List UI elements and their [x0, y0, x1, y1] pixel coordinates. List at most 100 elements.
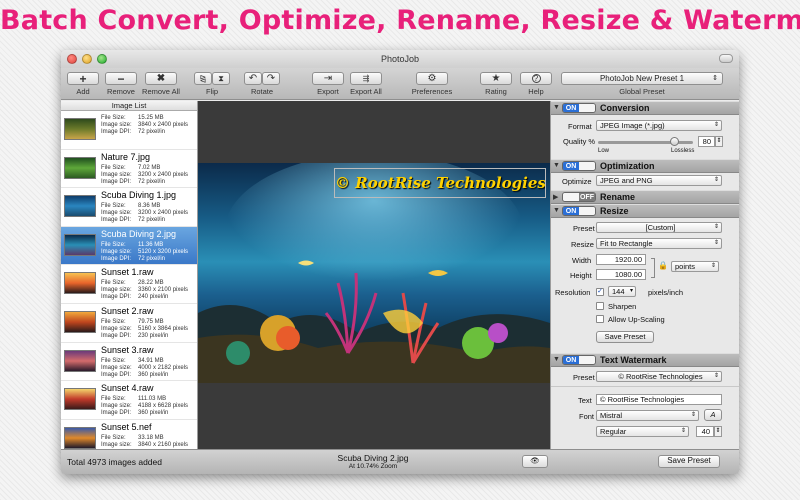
image-thumbnail — [64, 272, 96, 295]
preview-toggle-button[interactable]: 👁 — [522, 455, 548, 468]
list-item[interactable]: Nature 7.jpg File Size: 7.02 MB Image size:… — [61, 150, 197, 189]
rename-toggle[interactable]: OFF — [562, 192, 596, 202]
resize-save-preset-button[interactable]: Save Preset — [596, 331, 654, 343]
watermark-toggle[interactable]: ON — [562, 355, 596, 365]
disclosure-open-icon[interactable]: ▼ — [553, 104, 560, 111]
watermark-overlay[interactable]: © RootRise Technologies — [334, 168, 546, 198]
section-optimization[interactable]: ▼ ON Optimization — [551, 159, 739, 173]
export-all-icon: ⇶ — [362, 74, 370, 83]
watermark-text-field[interactable]: © RootRise Technologies — [596, 394, 722, 405]
toggle-knob — [579, 207, 595, 215]
quality-field[interactable]: 80 — [698, 136, 715, 147]
list-item[interactable]: Sunset 4.raw File Size: 111.03 MB Image siz… — [61, 381, 197, 420]
list-item[interactable]: Sunset 2.raw File Size: 79.75 MB Image size… — [61, 304, 197, 343]
font-label: Font — [579, 412, 595, 421]
list-item[interactable]: File Size: 15.25 MB Image size: 3840 x 2400… — [61, 111, 197, 150]
rotate-left-button[interactable]: ↶ — [244, 72, 262, 85]
resize-preset-select[interactable]: [Custom] ⇕ — [596, 222, 722, 233]
toolbar-toggle-button[interactable] — [719, 54, 733, 63]
format-select[interactable]: JPEG Image (*.jpg) ⇕ — [596, 120, 722, 131]
disclosure-open-icon[interactable]: ▼ — [553, 356, 560, 363]
link-bracket — [651, 258, 655, 278]
optimize-select[interactable]: JPEG and PNG ⇕ — [596, 175, 722, 186]
remove-button[interactable]: − — [105, 72, 137, 86]
conversion-toggle[interactable]: ON — [562, 103, 596, 113]
resize-mode-select[interactable]: Fit to Rectangle ⇕ — [596, 238, 722, 249]
allow-upscaling-label: Allow Up-Scaling — [608, 315, 665, 324]
conversion-body: Format JPEG Image (*.jpg) ⇕ Quality % 80 … — [551, 115, 739, 159]
resize-toggle[interactable]: ON — [562, 206, 596, 216]
font-size-field[interactable]: 40 — [696, 426, 714, 437]
resolution-checkbox[interactable]: ✓ — [596, 288, 604, 296]
font-size-stepper[interactable]: ⇕ — [714, 426, 722, 437]
font-style-select[interactable]: Regular ⇕ — [596, 426, 689, 437]
plus-icon: + — [79, 71, 87, 86]
width-label: Width — [572, 256, 592, 265]
image-preview: © RootRise Technologies — [198, 101, 550, 449]
font-a-icon: A — [710, 410, 716, 419]
file-size-row: File Size: 34.91 MB — [101, 357, 164, 364]
lock-icon[interactable]: 🔒 — [658, 261, 668, 270]
preferences-button[interactable]: ⚙ — [416, 72, 448, 85]
toggle-on-label: ON — [563, 356, 579, 364]
image-thumbnail — [64, 233, 96, 256]
flip-horizontal-button[interactable]: ⧎ — [194, 72, 212, 85]
height-field[interactable]: 1080.00 — [596, 269, 646, 280]
remove-all-label: Remove All — [142, 87, 180, 96]
rating-button[interactable]: ★ — [480, 72, 512, 85]
close-window-button[interactable] — [67, 54, 77, 64]
font-panel-button[interactable]: A — [704, 409, 722, 421]
quality-stepper[interactable]: ⇕ — [715, 136, 723, 147]
disclosure-open-icon[interactable]: ▼ — [553, 207, 560, 214]
list-item[interactable]: Scuba Diving 1.jpg File Size: 8.36 MB Image… — [61, 188, 197, 227]
width-field[interactable]: 1920.00 — [596, 254, 646, 265]
sharpen-label: Sharpen — [608, 302, 637, 311]
disclosure-open-icon[interactable]: ▼ — [553, 162, 560, 169]
list-item[interactable]: Sunset 3.raw File Size: 34.91 MB Image size… — [61, 343, 197, 382]
format-label: Format — [568, 122, 592, 131]
quality-low-label: Low — [598, 148, 610, 154]
flip-vertical-button[interactable]: ⧗ — [212, 72, 230, 85]
file-size-row: File Size: 8.36 MB — [101, 203, 161, 210]
optimization-toggle[interactable]: ON — [562, 161, 596, 171]
rotate-right-button[interactable]: ↷ — [262, 72, 280, 85]
add-button[interactable]: + — [67, 71, 99, 86]
rotate-left-icon: ↶ — [248, 73, 258, 84]
file-size-row: File Size: 28.22 MB — [101, 280, 164, 287]
sharpen-checkbox[interactable] — [596, 302, 604, 310]
minimize-window-button[interactable] — [82, 54, 92, 64]
image-thumbnail — [64, 388, 96, 411]
help-button[interactable]: ? — [520, 72, 552, 85]
save-preset-button[interactable]: Save Preset — [658, 455, 720, 468]
export-button[interactable]: ⇥ — [312, 72, 344, 85]
section-rename[interactable]: ▶ OFF Rename — [551, 190, 739, 204]
allow-upscaling-checkbox[interactable] — [596, 315, 604, 323]
image-thumbnail — [64, 195, 96, 218]
unit-select[interactable]: points ⇕ — [671, 261, 719, 272]
section-conversion[interactable]: ▼ ON Conversion — [551, 101, 739, 115]
toggle-on-label: ON — [563, 162, 579, 170]
resolution-select[interactable]: 144 ▾ — [608, 286, 636, 297]
zoom-window-button[interactable] — [97, 54, 107, 64]
list-item[interactable]: Scuba Diving 2.jpg File Size: 11.36 MB Imag… — [61, 226, 197, 266]
section-text-watermark[interactable]: ▼ ON Text Watermark — [551, 353, 739, 367]
image-name: Sunset 5.nef — [101, 421, 152, 432]
chevron-down-icon: ▾ — [629, 288, 633, 294]
app-window: PhotoJob + Add − Remove ✖ Remove All ⧎ ⧗… — [61, 50, 739, 474]
file-size-row: File Size: 79.75 MB — [101, 318, 164, 325]
image-name: Scuba Diving 2.jpg — [101, 228, 177, 239]
export-all-button[interactable]: ⇶ — [350, 72, 382, 85]
chevron-updown-icon: ⇕ — [712, 75, 718, 82]
list-item[interactable]: Sunset 5.nef File Size: 33.18 MB Image size… — [61, 420, 197, 449]
file-size-row: File Size: 33.18 MB — [101, 434, 164, 441]
section-resize[interactable]: ▼ ON Resize — [551, 204, 739, 218]
disclosure-closed-icon[interactable]: ▶ — [553, 193, 558, 201]
list-item[interactable]: Sunset 1.raw File Size: 28.22 MB Image size… — [61, 265, 197, 304]
global-preset-select[interactable]: PhotoJob New Preset 1 ⇕ — [561, 72, 723, 85]
title-bar: PhotoJob — [61, 50, 739, 68]
quality-slider-knob[interactable] — [669, 137, 679, 146]
remove-all-button[interactable]: ✖ — [145, 72, 177, 85]
quality-slider[interactable] — [598, 141, 693, 144]
watermark-preset-select[interactable]: © RootRise Technologies ⇕ — [596, 371, 722, 382]
font-select[interactable]: Mistral ⇕ — [596, 410, 699, 421]
